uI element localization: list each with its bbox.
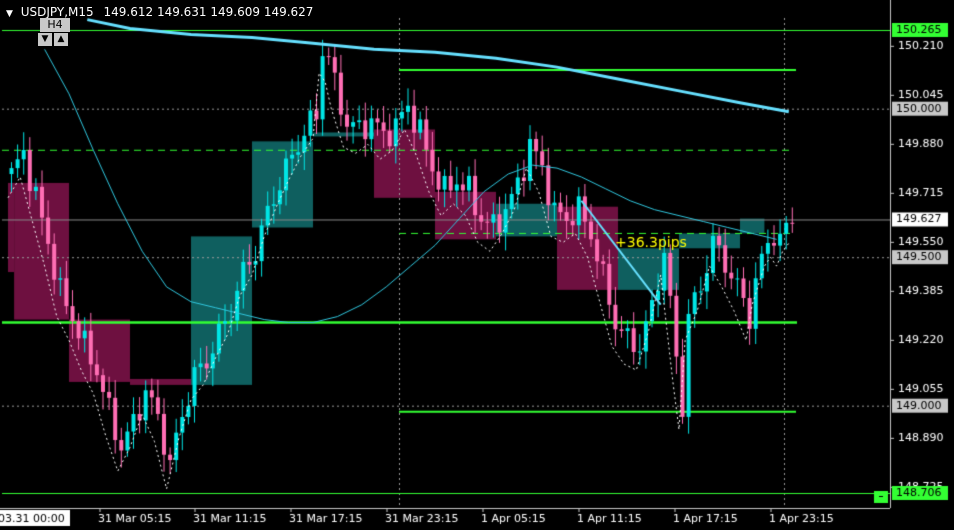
symbol-label: USDJPY,M15 <box>20 5 94 19</box>
timeframe-label[interactable]: H4 <box>40 18 70 32</box>
timeframe-up-icon[interactable]: ▲ <box>54 33 68 46</box>
timeframe-controls: ▼ ▲ <box>38 33 68 46</box>
quote-values: 149.612 149.631 149.609 149.627 <box>103 5 314 19</box>
timeframe-down-icon[interactable]: ▼ <box>38 33 52 46</box>
chart-header: ▼ USDJPY,M15 149.612 149.631 149.609 149… <box>6 5 313 19</box>
chart-menu-icon[interactable]: ▼ <box>6 9 13 19</box>
price-chart[interactable] <box>0 0 954 530</box>
